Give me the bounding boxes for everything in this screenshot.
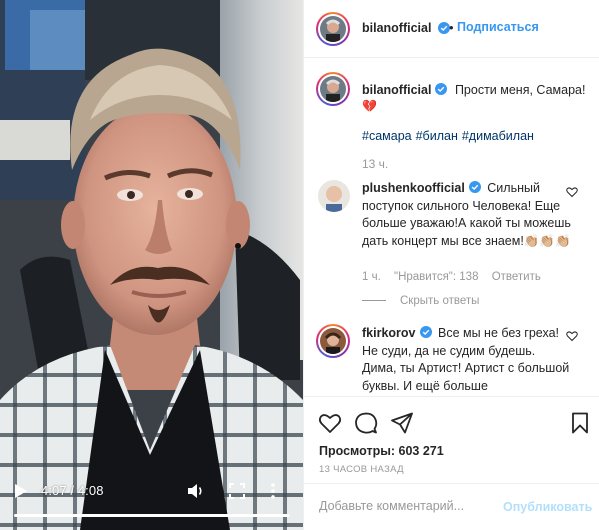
like-comment-icon[interactable] bbox=[566, 186, 578, 198]
comment-item: fkirkorov Все мы не без греха! Не суди, … bbox=[304, 324, 599, 396]
views-number: 603 271 bbox=[398, 444, 444, 458]
replies-line bbox=[362, 300, 386, 301]
post-header: bilanofficial • Подписаться bbox=[304, 0, 599, 58]
caption-username[interactable]: bilanofficial bbox=[362, 83, 431, 97]
hashtags: #самара #билан #димабилан bbox=[362, 129, 538, 143]
comment-item: plushenkoofficial Сильный поступок сильн… bbox=[304, 180, 599, 310]
post-timestamp: 13 ч. bbox=[362, 157, 389, 171]
comment-bubble-icon[interactable] bbox=[354, 411, 378, 435]
avatar-image bbox=[320, 328, 346, 354]
fullscreen-icon[interactable] bbox=[229, 483, 245, 499]
hashtag-link[interactable]: #билан bbox=[416, 129, 458, 143]
avatar-image bbox=[320, 76, 346, 102]
video-progress-fill bbox=[14, 514, 289, 517]
views-count: Просмотры: 603 271 bbox=[319, 444, 444, 458]
more-options-icon[interactable] bbox=[270, 482, 276, 500]
hashtag-link[interactable]: #самара bbox=[362, 129, 412, 143]
broken-heart-emoji: 💔 bbox=[362, 99, 377, 113]
comment-meta: 1 ч. "Нравится": 138 Ответить bbox=[362, 271, 551, 283]
views-label: Просмотры: bbox=[319, 444, 396, 458]
comment-likes[interactable]: "Нравится": 138 bbox=[394, 271, 479, 283]
avatar-image bbox=[320, 16, 346, 42]
video-time: 4:07 / 4:08 bbox=[41, 483, 104, 498]
post-actions: Просмотры: 603 271 bbox=[304, 396, 599, 466]
verified-badge-icon bbox=[419, 326, 432, 338]
commenter-username[interactable]: plushenkoofficial bbox=[362, 181, 465, 195]
verified-badge-icon bbox=[468, 181, 481, 193]
caption-text: Прости меня, Самара! bbox=[454, 83, 586, 97]
author-avatar[interactable] bbox=[316, 12, 350, 46]
like-comment-icon[interactable] bbox=[566, 330, 578, 342]
commenter-username[interactable]: fkirkorov bbox=[362, 326, 416, 340]
share-icon[interactable] bbox=[390, 411, 414, 435]
post-caption: bilanofficial Прости меня, Самара! 💔 #са… bbox=[304, 58, 599, 178]
post-age: 13 ЧАСОВ НАЗАД bbox=[319, 464, 404, 475]
bookmark-icon[interactable] bbox=[568, 411, 592, 435]
hashtag-link[interactable]: #димабилан bbox=[462, 129, 534, 143]
caption-avatar[interactable] bbox=[316, 72, 350, 106]
separator-dot: • bbox=[449, 20, 454, 35]
add-comment-bar: Опубликовать bbox=[304, 483, 599, 530]
post-panel: bilanofficial • Подписаться bilanofficia… bbox=[303, 0, 599, 530]
like-heart-icon[interactable] bbox=[318, 411, 342, 435]
follow-button[interactable]: Подписаться bbox=[457, 20, 539, 34]
comments-list[interactable]: bilanofficial Прости меня, Самара! 💔 #са… bbox=[304, 58, 599, 396]
video-player[interactable]: 4:07 / 4:08 bbox=[0, 0, 303, 530]
hide-replies-label: Скрыть ответы bbox=[400, 295, 480, 307]
play-icon[interactable] bbox=[14, 483, 28, 499]
commenter-avatar[interactable] bbox=[318, 180, 350, 212]
author-username[interactable]: bilanofficial bbox=[362, 21, 431, 35]
comment-input[interactable] bbox=[319, 499, 509, 513]
video-controls: 4:07 / 4:08 bbox=[0, 470, 303, 530]
commenter-avatar[interactable] bbox=[316, 324, 350, 358]
publish-button[interactable]: Опубликовать bbox=[503, 500, 592, 514]
volume-icon[interactable] bbox=[186, 482, 204, 500]
comment-time: 1 ч. bbox=[362, 271, 381, 283]
hide-replies-toggle[interactable]: Скрыть ответы bbox=[362, 295, 479, 307]
verified-badge-icon bbox=[435, 83, 448, 95]
reply-button[interactable]: Ответить bbox=[492, 271, 541, 283]
video-frame bbox=[0, 0, 303, 530]
video-progress-bar[interactable] bbox=[14, 514, 290, 517]
